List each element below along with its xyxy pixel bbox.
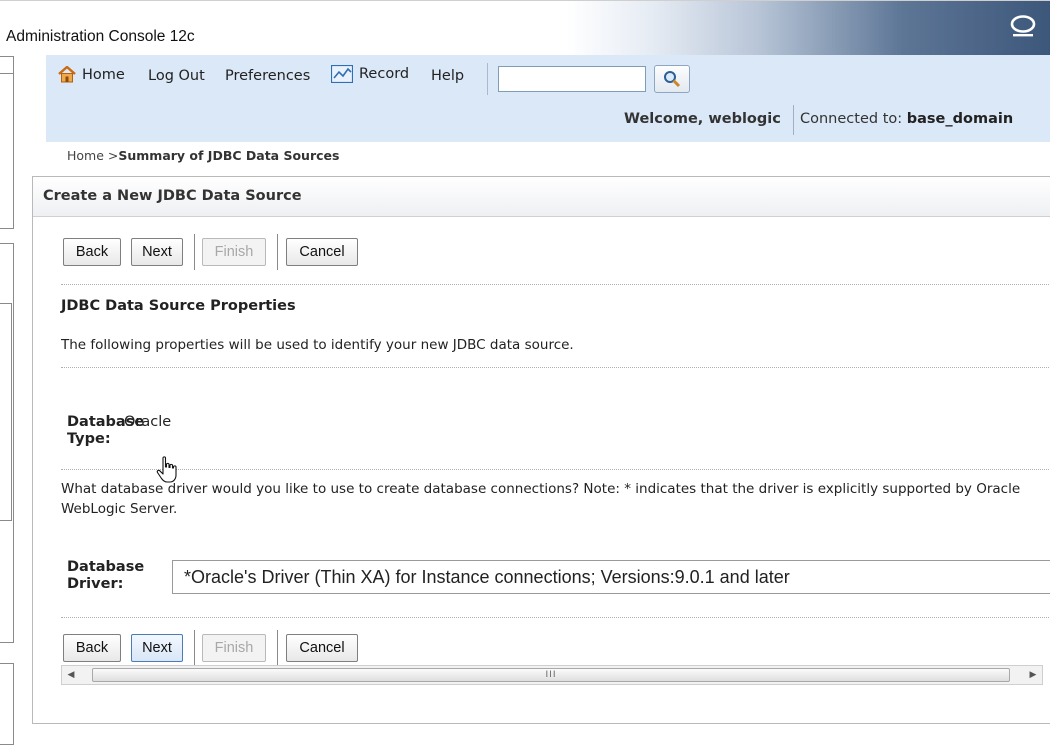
record-icon — [331, 65, 353, 83]
driver-question-text: What database driver would you like to u… — [61, 481, 1021, 517]
welcome-text: Welcome, weblogic — [624, 111, 781, 127]
connected-label: Connected to: — [800, 111, 903, 127]
app-title: Administration Console 12c — [6, 28, 195, 45]
left-frame-panel — [0, 663, 14, 745]
left-frame-panel — [0, 303, 12, 521]
separator — [61, 617, 1049, 618]
nav-divider — [793, 105, 794, 135]
separator — [61, 367, 1049, 368]
home-icon — [58, 66, 76, 83]
magnifier-icon — [664, 71, 681, 88]
label-line: Type: — [67, 431, 111, 447]
button-divider — [194, 234, 195, 270]
nav-home-link[interactable]: Home — [58, 66, 125, 83]
nav-home-label: Home — [82, 66, 125, 83]
scroll-right-arrow-icon[interactable]: ▶ — [1024, 666, 1042, 684]
label-line: Driver: — [67, 576, 124, 592]
breadcrumb-current[interactable]: Summary of JDBC Data Sources — [118, 148, 339, 163]
finish-button[interactable]: Finish — [202, 634, 266, 662]
nav-help-link[interactable]: Help — [431, 68, 464, 84]
breadcrumb: Home >Summary of JDBC Data Sources — [67, 148, 339, 163]
breadcrumb-home-link[interactable]: Home > — [67, 148, 118, 163]
next-button[interactable]: Next — [131, 634, 183, 662]
left-frame-panel — [0, 73, 14, 229]
cancel-button[interactable]: Cancel — [286, 238, 358, 266]
scrollbar-thumb[interactable]: III — [92, 668, 1010, 682]
section-heading: JDBC Data Source Properties — [61, 298, 296, 314]
section-description: The following properties will be used to… — [61, 337, 574, 353]
nav-preferences-link[interactable]: Preferences — [225, 68, 310, 84]
horizontal-scrollbar[interactable]: ◀ III ▶ — [61, 665, 1043, 685]
button-divider — [277, 630, 278, 666]
database-driver-label: Database Driver: — [67, 559, 144, 593]
database-driver-select[interactable]: *Oracle's Driver (Thin XA) for Instance … — [172, 560, 1050, 594]
connected-domain: base_domain — [906, 111, 1014, 127]
title-bar: Administration Console 12c — [0, 0, 1050, 55]
nav-logout-link[interactable]: Log Out — [148, 68, 205, 84]
label-line: Database — [67, 559, 145, 575]
nav-divider — [487, 63, 488, 95]
page-title: Create a New JDBC Data Source — [43, 188, 302, 204]
finish-button[interactable]: Finish — [202, 238, 266, 266]
separator — [61, 284, 1049, 285]
search-input[interactable] — [498, 66, 646, 92]
mouse-pointer-icon — [156, 456, 177, 483]
back-button[interactable]: Back — [63, 238, 121, 266]
button-divider — [194, 630, 195, 666]
next-button[interactable]: Next — [131, 238, 183, 266]
oracle-logo-icon — [1010, 15, 1036, 37]
separator — [61, 469, 1049, 470]
search-button[interactable] — [654, 65, 690, 93]
panel-header: Create a New JDBC Data Source — [33, 177, 1050, 217]
scroll-left-arrow-icon[interactable]: ◀ — [62, 666, 80, 684]
global-nav: Home Log Out Preferences Record Help Wel… — [46, 55, 1050, 142]
button-divider — [277, 234, 278, 270]
back-button[interactable]: Back — [63, 634, 121, 662]
cancel-button[interactable]: Cancel — [286, 634, 358, 662]
nav-record-link[interactable]: Record — [331, 65, 409, 83]
connection-info: Connected to: base_domain — [800, 111, 1013, 127]
left-frame-edge — [0, 56, 14, 74]
scrollbar-grip: III — [545, 670, 557, 680]
content-panel: Create a New JDBC Data Source Back Next … — [32, 176, 1050, 724]
nav-record-label: Record — [359, 66, 410, 82]
database-type-value: Oracle — [124, 414, 172, 430]
